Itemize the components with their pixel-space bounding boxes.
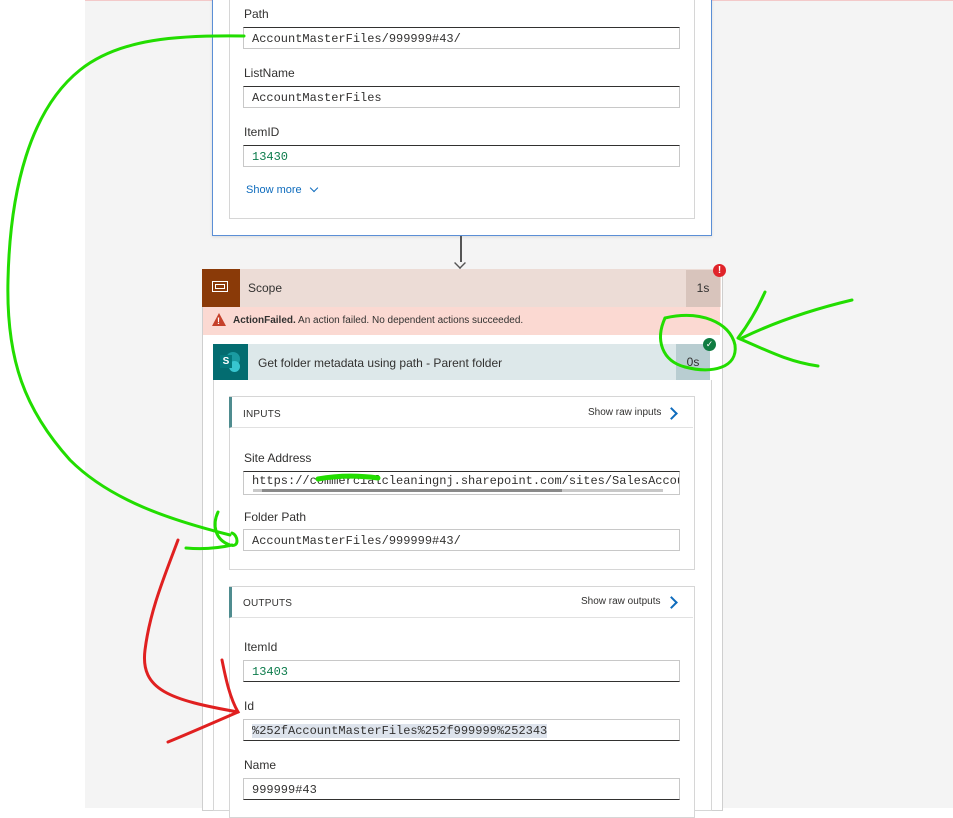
chevron-down-icon	[309, 183, 318, 193]
sharepoint-icon: S	[213, 344, 248, 380]
folder-path-field[interactable]: AccountMasterFiles/999999#43/	[243, 529, 680, 551]
id-output-label: Id	[244, 699, 255, 713]
id-output-field[interactable]: %252fAccountMasterFiles%252f999999%25234…	[243, 719, 680, 741]
listname-label: ListName	[244, 66, 295, 80]
name-output-field[interactable]: 999999#43	[243, 778, 680, 800]
action-failed-text: ActionFailed. An action failed. No depen…	[233, 315, 523, 326]
scope-title: Scope	[248, 281, 283, 295]
action-title: Get folder metadata using path - Parent …	[258, 356, 503, 370]
show-more-label: Show more	[246, 184, 302, 196]
scope-icon	[202, 269, 240, 307]
itemid-output-field[interactable]: 13403	[243, 660, 680, 682]
path-field[interactable]: AccountMasterFiles/999999#43/	[243, 27, 680, 49]
name-output-label: Name	[244, 758, 277, 772]
show-raw-outputs-link[interactable]: Show raw outputs	[581, 596, 661, 607]
fail-code: ActionFailed.	[233, 315, 296, 326]
show-raw-inputs-link[interactable]: Show raw inputs	[588, 407, 661, 418]
itemid-output-label: ItemId	[244, 640, 278, 654]
listname-field[interactable]: AccountMasterFiles	[243, 86, 680, 108]
success-check-icon: ✓	[703, 338, 716, 351]
id-output-value: %252fAccountMasterFiles%252f999999%25234…	[252, 724, 548, 738]
error-icon: !	[713, 264, 726, 277]
folder-path-label: Folder Path	[244, 510, 307, 524]
fail-message: An action failed. No dependent actions s…	[298, 315, 524, 326]
scrollbar-thumb[interactable]	[262, 489, 562, 492]
warning-icon: !	[212, 313, 226, 326]
path-label: Path	[244, 7, 269, 21]
outputs-title: OUTPUTS	[243, 598, 293, 609]
show-more-link[interactable]: Show more	[246, 183, 318, 196]
itemid-label: ItemID	[244, 125, 280, 139]
site-address-label: Site Address	[244, 451, 312, 465]
inputs-title: INPUTS	[243, 409, 281, 420]
itemid-field[interactable]: 13430	[243, 145, 680, 167]
